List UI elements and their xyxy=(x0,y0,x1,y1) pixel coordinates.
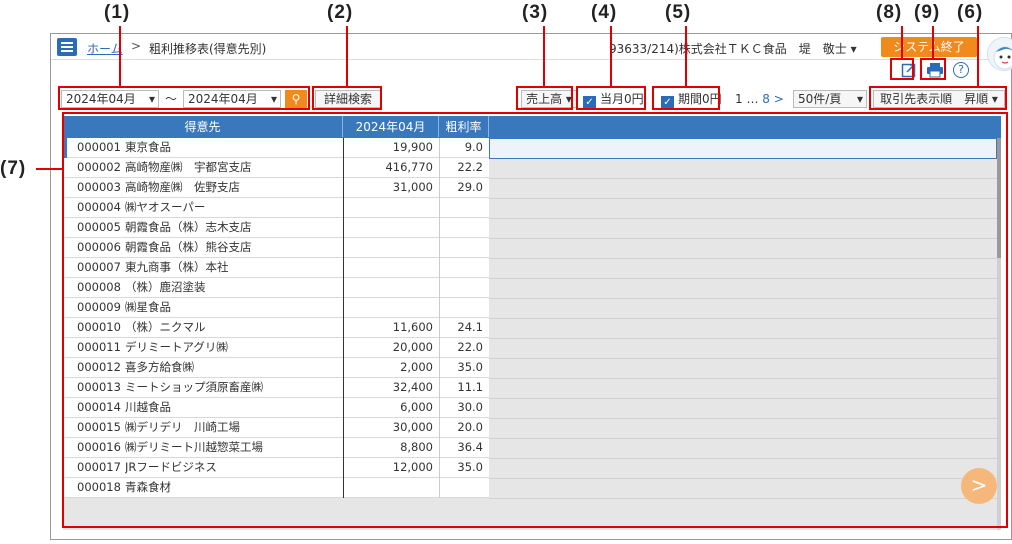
annotation-box-1 xyxy=(58,86,310,110)
annotation-label-1: (1) xyxy=(104,2,131,23)
annotation-label-9: (9) xyxy=(914,2,941,23)
chevron-down-icon: ▾ xyxy=(856,92,863,106)
system-end-button[interactable]: システム終了 xyxy=(881,37,977,57)
annotation-label-2: (2) xyxy=(327,2,354,23)
user-info-dropdown[interactable]: 93633/214)株式会社ＴＫＣ食品 堤 敬士 ▾ xyxy=(609,40,857,57)
annotation-box-4 xyxy=(576,86,646,110)
page-ellipsis: … xyxy=(746,92,759,106)
annotation-label-7: (7) xyxy=(0,158,27,179)
annotation-label-5: (5) xyxy=(665,2,692,23)
annotation-label-6: (6) xyxy=(957,2,984,23)
annotation-leader-2 xyxy=(346,26,348,88)
annotation-box-5 xyxy=(652,86,720,110)
per-page-value: 50件/頁 xyxy=(798,92,842,106)
help-icon[interactable]: ? xyxy=(953,62,969,78)
page-next-icon[interactable]: > xyxy=(774,92,784,106)
annotation-leader-3 xyxy=(543,26,545,88)
annotation-box-9 xyxy=(920,58,946,80)
page-last-link[interactable]: 8 xyxy=(762,92,770,106)
breadcrumb-home-link[interactable]: ホーム xyxy=(87,40,123,57)
page-title: 粗利推移表(得意先別) xyxy=(149,42,267,56)
top-bar: ホーム > 粗利推移表(得意先別) 93633/214)株式会社ＴＫＣ食品 堤 … xyxy=(51,34,1012,71)
annotation-leader-4 xyxy=(610,26,612,88)
annotation-leader-1 xyxy=(119,26,121,88)
annotation-label-8: (8) xyxy=(876,2,903,23)
annotation-box-6 xyxy=(869,86,1007,110)
hamburger-menu-icon[interactable] xyxy=(57,38,77,56)
annotation-leader-6 xyxy=(977,26,979,88)
per-page-select[interactable]: 50件/頁 ▾ xyxy=(793,90,867,108)
annotation-label-3: (3) xyxy=(522,2,549,23)
annotation-box-7 xyxy=(62,112,1008,528)
annotation-box-2 xyxy=(312,86,382,110)
assistant-avatar-icon[interactable] xyxy=(987,37,1012,71)
annotation-leader-5 xyxy=(685,26,687,88)
pagination: 1 … 8 > xyxy=(735,90,784,108)
annotation-label-4: (4) xyxy=(591,2,618,23)
annotation-leader-9 xyxy=(932,26,934,60)
annotation-leader-8 xyxy=(901,26,903,60)
annotation-box-3 xyxy=(516,86,573,110)
annotation-box-8 xyxy=(890,58,914,80)
breadcrumb-separator: > xyxy=(131,39,142,53)
annotation-leader-7 xyxy=(36,168,62,170)
page-first-link[interactable]: 1 xyxy=(735,92,743,106)
